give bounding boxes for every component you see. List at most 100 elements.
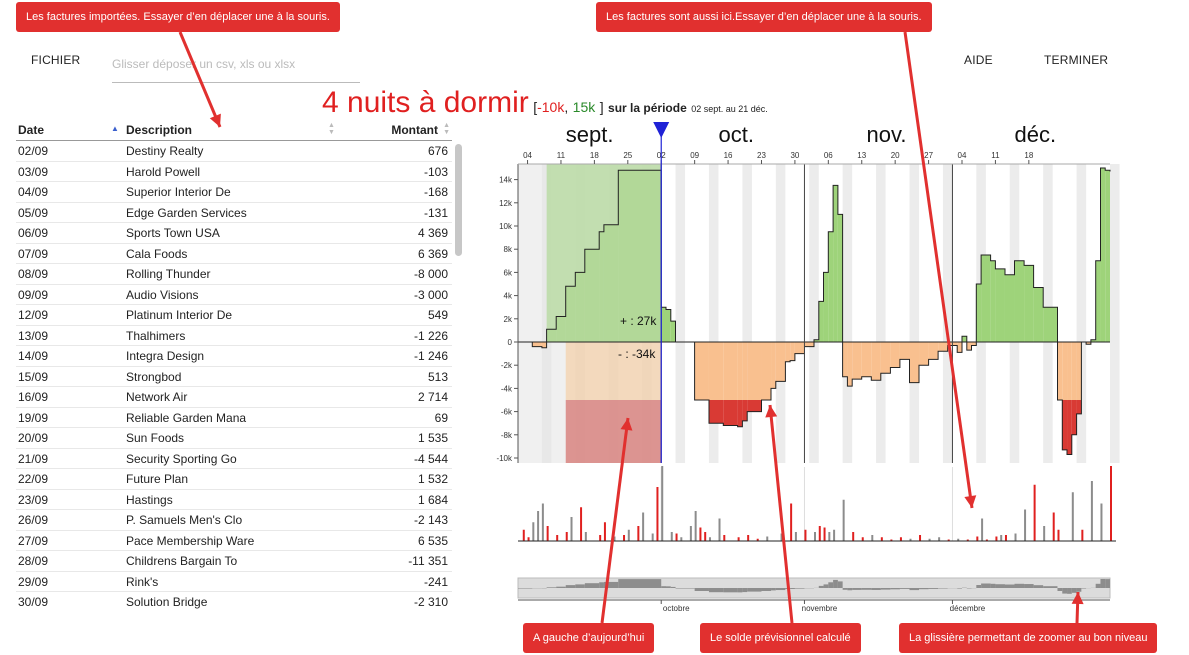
invoice-bar[interactable] — [871, 535, 874, 541]
table-row[interactable]: 28/09 Childrens Bargain To -11 351 — [16, 551, 452, 572]
invoice-bar[interactable] — [537, 511, 540, 541]
invoice-bar[interactable] — [1090, 481, 1093, 541]
invoice-bar[interactable] — [985, 539, 988, 542]
table-row[interactable]: 04/09 Superior Interior De -168 — [16, 182, 452, 203]
invoice-bar[interactable] — [1100, 503, 1103, 542]
invoice-bar[interactable] — [699, 527, 702, 542]
sort-icon[interactable]: ▲ ▼ — [328, 122, 335, 136]
invoice-bar[interactable] — [899, 537, 902, 541]
table-row[interactable]: 19/09 Reliable Garden Mana 69 — [16, 408, 452, 428]
invoice-bar[interactable] — [842, 499, 845, 541]
invoice-bar[interactable] — [623, 535, 626, 541]
invoice-bar[interactable] — [570, 517, 573, 541]
column-header-date[interactable]: Date — [18, 123, 44, 137]
table-row[interactable]: 09/09 Audio Visions -3 000 — [16, 285, 452, 305]
invoice-bar[interactable] — [852, 532, 855, 541]
help-menu[interactable]: AIDE — [964, 53, 993, 67]
invoice-bar[interactable] — [656, 487, 659, 541]
table-scrollbar[interactable] — [455, 142, 462, 610]
file-drop-zone[interactable]: Glisser déposer un csv, xls ou xlsx — [112, 57, 360, 83]
invoice-bar[interactable] — [532, 522, 535, 541]
table-row[interactable]: 15/09 Strongbod 513 — [16, 367, 452, 387]
table-row[interactable]: 23/09 Hastings 1 684 — [16, 490, 452, 510]
table-row[interactable]: 14/09 Integra Design -1 246 — [16, 346, 452, 367]
invoice-bar[interactable] — [818, 526, 821, 541]
table-row[interactable]: 27/09 Pace Membership Ware 6 535 — [16, 531, 452, 551]
finish-button[interactable]: TERMINER — [1044, 53, 1108, 67]
invoice-bar[interactable] — [833, 529, 836, 541]
invoice-bar[interactable] — [928, 538, 931, 541]
invoice-bar[interactable] — [718, 518, 721, 542]
invoice-bar[interactable] — [976, 536, 979, 542]
invoice-bar[interactable] — [1071, 492, 1074, 541]
column-header-amount[interactable]: Montant — [391, 123, 438, 137]
invoice-bar[interactable] — [704, 532, 707, 541]
invoice-bar[interactable] — [694, 511, 697, 541]
invoice-bar[interactable] — [737, 537, 740, 541]
invoice-bar[interactable] — [613, 536, 616, 542]
table-row[interactable]: 13/09 Thalhimers -1 226 — [16, 326, 452, 346]
table-row[interactable]: 30/09 Solution Bridge -2 310 — [16, 592, 452, 612]
invoice-bar[interactable] — [1004, 535, 1007, 541]
invoice-bar[interactable] — [627, 529, 630, 541]
invoice-bar[interactable] — [938, 537, 941, 541]
invoice-bar[interactable] — [541, 503, 544, 542]
table-row[interactable]: 20/09 Sun Foods 1 535 — [16, 428, 452, 449]
invoice-bar[interactable] — [580, 507, 583, 541]
invoice-bar[interactable] — [689, 526, 692, 541]
invoice-bar[interactable] — [1057, 529, 1060, 541]
invoice-bar[interactable] — [804, 529, 807, 541]
invoice-bar[interactable] — [981, 518, 984, 542]
invoice-bar[interactable] — [814, 532, 816, 541]
invoice-bar[interactable] — [756, 538, 759, 541]
sort-asc-icon[interactable]: ▲ — [111, 124, 119, 133]
invoice-bar[interactable] — [642, 512, 645, 542]
invoice-bar[interactable] — [861, 537, 864, 541]
zoom-slider-selection[interactable] — [517, 577, 1111, 599]
invoice-bar[interactable] — [966, 539, 969, 542]
invoice-bar[interactable] — [565, 532, 568, 541]
invoice-bar[interactable] — [527, 537, 530, 541]
invoice-bar[interactable] — [880, 537, 883, 541]
table-row[interactable]: 05/09 Edge Garden Services -131 — [16, 203, 452, 223]
invoice-bar[interactable] — [522, 529, 525, 541]
invoice-bar[interactable] — [637, 526, 640, 541]
invoice-bar[interactable] — [823, 527, 826, 542]
invoice-bar[interactable] — [556, 535, 559, 541]
invoice-bar[interactable] — [546, 526, 549, 541]
file-menu[interactable]: FICHIER — [31, 53, 80, 67]
invoice-bar[interactable] — [1052, 512, 1055, 542]
invoice-bar[interactable] — [723, 535, 726, 541]
scrollbar-thumb[interactable] — [455, 144, 462, 256]
invoice-bar[interactable] — [1033, 484, 1036, 541]
table-row[interactable]: 03/09 Harold Powell -103 — [16, 162, 452, 182]
invoice-bar[interactable] — [1014, 533, 1017, 542]
invoice-bar[interactable] — [708, 537, 711, 541]
invoice-bar[interactable] — [794, 532, 797, 541]
invoice-bar[interactable] — [919, 535, 922, 541]
invoice-bar[interactable] — [675, 533, 678, 542]
invoice-bar[interactable] — [890, 539, 893, 542]
invoice-bar[interactable] — [790, 503, 793, 542]
sort-icon[interactable]: ▲ ▼ — [443, 122, 450, 136]
invoice-bar[interactable] — [747, 535, 750, 541]
invoice-bar[interactable] — [599, 535, 602, 541]
invoice-bar[interactable] — [680, 537, 683, 541]
table-row[interactable]: 29/09 Rink's -241 — [16, 572, 452, 592]
table-row[interactable]: 22/09 Future Plan 1 532 — [16, 469, 452, 490]
invoice-bar[interactable] — [1081, 529, 1084, 541]
invoice-bar[interactable] — [1000, 535, 1003, 541]
invoice-bar[interactable] — [947, 539, 950, 542]
table-row[interactable]: 26/09 P. Samuels Men's Clo -2 143 — [16, 510, 452, 531]
invoice-bar[interactable] — [828, 532, 831, 541]
invoice-bar[interactable] — [995, 536, 998, 542]
table-row[interactable]: 16/09 Network Air 2 714 — [16, 387, 452, 408]
invoice-bar[interactable] — [1043, 526, 1046, 541]
table-row[interactable]: 06/09 Sports Town USA 4 369 — [16, 223, 452, 244]
invoice-bar[interactable] — [651, 533, 654, 542]
invoice-bar[interactable] — [780, 533, 783, 542]
invoice-bar[interactable] — [957, 538, 960, 541]
invoice-bar[interactable] — [584, 532, 587, 541]
invoice-bar[interactable] — [670, 532, 673, 541]
table-row[interactable]: 02/09 Destiny Realty 676 — [16, 141, 452, 162]
